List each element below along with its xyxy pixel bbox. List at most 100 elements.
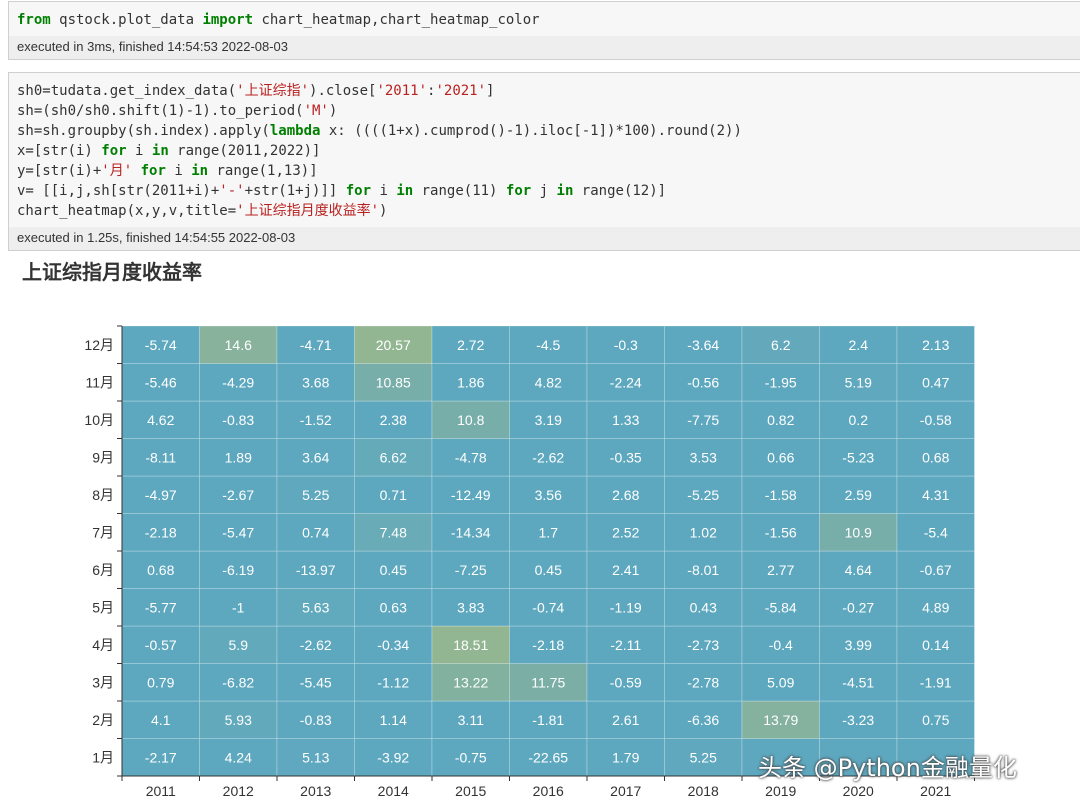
heatmap-cell-label: -0.83 (300, 712, 332, 728)
heatmap-cell-label: -5.47 (222, 524, 254, 540)
heatmap-cell-label: 1.33 (612, 412, 639, 428)
heatmap-cell-label: -0.57 (145, 637, 177, 653)
heatmap-cell-label: 3.56 (535, 487, 562, 503)
heatmap-cell-label: 4.31 (922, 487, 949, 503)
heatmap-cell-label: -8.11 (145, 449, 176, 465)
y-tick-label: 4月 (92, 637, 114, 653)
heatmap-cell-label: 5.63 (302, 599, 329, 615)
x-tick-label: 2013 (300, 783, 331, 799)
heatmap-cell-label: -3.23 (842, 712, 874, 728)
heatmap-cell-label: 1.86 (457, 374, 484, 390)
code-line: v= [[i,j,sh[str(2011+i)+'-'+str(1+j)]] f… (17, 181, 1072, 201)
code-token: 'M' (303, 103, 329, 119)
heatmap-cell-label: -4.78 (455, 449, 487, 465)
code-token: '月' (101, 163, 133, 179)
code-cell-2[interactable]: sh0=tudata.get_index_data('上证综指').close[… (8, 72, 1080, 230)
heatmap-cell-label: -4.5 (536, 337, 560, 353)
heatmap-cell-label: -0.59 (610, 674, 642, 690)
y-tick-label: 8月 (92, 487, 114, 503)
heatmap-cell-label: -8.01 (687, 562, 719, 578)
heatmap-cell-label: 1.79 (612, 749, 639, 765)
code-token: in (556, 183, 574, 199)
code-token: x: ((((1+x).cumprod()-1).iloc[-1])*100).… (320, 123, 742, 139)
heatmap-cell-label: -5.23 (842, 449, 874, 465)
code-token: chart_heatmap(x,y,v,title= (17, 203, 237, 219)
heatmap-cell-label: 18.51 (453, 637, 488, 653)
heatmap-cell-label: 0.74 (302, 524, 329, 540)
code-token: v= [[i,j,sh[str(2011+i)+ (17, 183, 220, 199)
x-tick-label: 2016 (533, 783, 564, 799)
heatmap-cell-label: -2.11 (610, 637, 641, 653)
heatmap-cell-label: 0.14 (922, 637, 949, 653)
heatmap-cell-label: 5.9 (229, 637, 249, 653)
heatmap-cell-label: 1.7 (539, 524, 559, 540)
heatmap-chart: -2.17 4.1 0.79 -0.57 -5.77 0.68 -2.18 -4.97 -8.1… (84, 325, 975, 799)
heatmap-cell-label: -6.19 (222, 562, 254, 578)
code-token: +str(1+j)]] (244, 183, 346, 199)
heatmap-cell-label: -2.24 (610, 374, 642, 390)
heatmap-cell-label: -2.67 (222, 487, 254, 503)
heatmap-cell-label: -1 (232, 599, 245, 615)
code-token: in (151, 143, 169, 159)
heatmap-cell-label: -2.17 (145, 749, 177, 765)
heatmap-cell-label: 3.64 (302, 449, 329, 465)
heatmap-cell-label: -5.74 (145, 337, 177, 353)
code-token: sh=(sh0/sh0.shift(1)-1).to_period( (17, 103, 304, 119)
heatmap-cell-label: 2.72 (457, 337, 484, 353)
heatmap-cell-label: 2.77 (767, 562, 794, 578)
code-token: ] (486, 83, 495, 99)
heatmap-cell-label: -4.29 (222, 374, 254, 390)
heatmap-cell-label: -1.56 (765, 524, 797, 540)
heatmap-cell-label: -0.35 (610, 449, 642, 465)
heatmap-cell-label: 6.2 (771, 337, 791, 353)
y-tick-label: 3月 (92, 674, 114, 690)
heatmap-cell-label: 0.71 (380, 487, 407, 503)
heatmap-cell-label: -5.46 (145, 374, 177, 390)
heatmap-cell-label: -0.4 (769, 637, 793, 653)
code-token: ) (328, 103, 338, 119)
code-token: x=[str(i) (17, 143, 102, 159)
code-token: from (17, 12, 51, 28)
heatmap-cell-label: 2.59 (845, 487, 872, 503)
y-tick-label: 2月 (92, 712, 114, 728)
heatmap-cell-label: 1.89 (225, 449, 252, 465)
heatmap-cell-label: -5.45 (300, 674, 332, 690)
code-token: j (531, 183, 557, 199)
heatmap-cell-label: -2.18 (532, 637, 564, 653)
heatmap-cell-label: 13.22 (453, 674, 488, 690)
code-token: range(12)] (573, 183, 667, 199)
heatmap-cell-label: 3.68 (302, 374, 329, 390)
heatmap-cell-label: 5.13 (302, 749, 329, 765)
x-tick-label: 2019 (765, 783, 796, 799)
y-tick-label: 1月 (92, 749, 114, 765)
heatmap-cell-label: 0.47 (922, 374, 949, 390)
x-tick-label: 2012 (223, 783, 254, 799)
code-token: '2011' (376, 83, 428, 99)
heatmap-cell-label: 2.61 (612, 712, 639, 728)
code-token: lambda (269, 123, 321, 139)
x-tick-label: 2017 (610, 783, 641, 799)
heatmap-cell-label: -1.91 (920, 674, 952, 690)
heatmap-cell-label: 3.83 (457, 599, 484, 615)
heatmap-cell-label: -1.19 (610, 599, 642, 615)
code-line: x=[str(i) for i in range(2011,2022)] (17, 141, 1072, 161)
heatmap-cell-label: 5.25 (302, 487, 329, 503)
x-tick-label: 2015 (455, 783, 486, 799)
heatmap-cell-label: -12.49 (451, 487, 491, 503)
code-cell-1[interactable]: from qstock.plot_data import chart_heatm… (8, 1, 1080, 39)
y-tick-label: 5月 (92, 599, 114, 615)
heatmap-cell-label: 4.82 (535, 374, 562, 390)
code-token: for (505, 183, 532, 199)
execution-status-2: executed in 1.25s, finished 14:54:55 202… (8, 227, 1080, 251)
heatmap-cell-label: 0.45 (535, 562, 562, 578)
heatmap-cell-label: 0.63 (380, 599, 407, 615)
heatmap-cell-label: -1.12 (377, 674, 409, 690)
code-token: for (101, 143, 127, 159)
code-input-1[interactable]: from qstock.plot_data import chart_heatm… (9, 2, 1080, 38)
x-tick-label: 2020 (843, 783, 874, 799)
code-token: '上证综指' (236, 83, 310, 99)
code-token: ) (379, 203, 388, 219)
code-input-2[interactable]: sh0=tudata.get_index_data('上证综指').close[… (9, 73, 1080, 229)
code-line: from qstock.plot_data import chart_heatm… (17, 10, 1072, 30)
heatmap-cell-label: 0.66 (767, 449, 794, 465)
